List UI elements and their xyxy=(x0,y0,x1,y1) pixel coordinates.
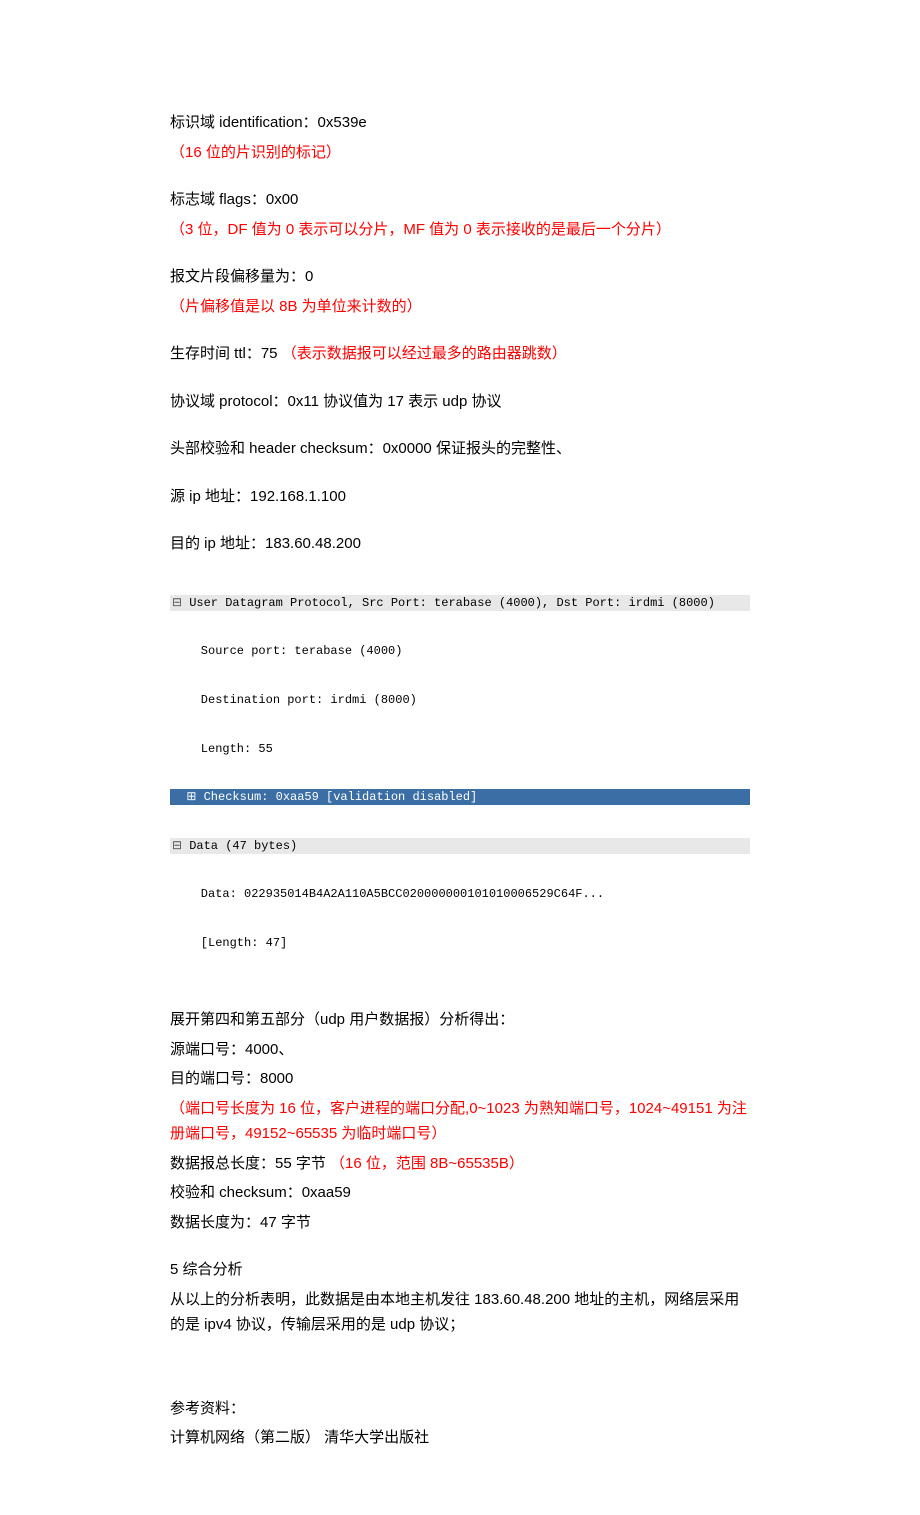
data-length-row: [Length: 47] xyxy=(170,935,750,951)
collapse-icon: ⊟ xyxy=(172,595,182,611)
udp-header-row: ⊟ User Datagram Protocol, Src Port: tera… xyxy=(170,595,750,611)
data-header-text: Data (47 bytes) xyxy=(189,839,297,853)
ttl-note: （表示数据报可以经过最多的路由器跳数） xyxy=(282,345,567,362)
ttl-line: 生存时间 ttl：75 （表示数据报可以经过最多的路由器跳数） xyxy=(170,341,750,367)
udp-checksum-row: ⊞ Checksum: 0xaa59 [validation disabled] xyxy=(170,789,750,805)
checksum-text: 校验和 checksum：0xaa59 xyxy=(170,1180,750,1206)
data-header-row: ⊟ Data (47 bytes) xyxy=(170,838,750,854)
udp-header-text: User Datagram Protocol, Src Port: teraba… xyxy=(189,596,715,610)
datagram-length-note: （16 位，范围 8B~65535B） xyxy=(330,1155,524,1172)
source-port-text: 源端口号：4000、 xyxy=(170,1037,750,1063)
fragment-offset-note: （片偏移值是以 8B 为单位来计数的） xyxy=(170,294,750,320)
port-note: （端口号长度为 16 位，客户进程的端口分配,0~1023 为熟知端口号，102… xyxy=(170,1096,750,1147)
destination-ip-line: 目的 ip 地址：183.60.48.200 xyxy=(170,531,750,557)
datagram-length-line: 数据报总长度：55 字节 （16 位，范围 8B~65535B） xyxy=(170,1151,750,1177)
udp-length-row: Length: 55 xyxy=(170,741,750,757)
flags-note: （3 位，DF 值为 0 表示可以分片，MF 值为 0 表示接收的是最后一个分片… xyxy=(170,217,750,243)
header-checksum-line: 头部校验和 header checksum：0x0000 保证报头的完整性、 xyxy=(170,436,750,462)
source-ip-line: 源 ip 地址：192.168.1.100 xyxy=(170,484,750,510)
udp-src-port-row: Source port: terabase (4000) xyxy=(170,643,750,659)
expand-icon: ⊞ xyxy=(186,789,196,805)
identification-note: （16 位的片识别的标记） xyxy=(170,140,750,166)
flags-line: 标志域 flags：0x00 xyxy=(170,187,750,213)
ttl-prefix: 生存时间 ttl：75 xyxy=(170,345,282,362)
analysis-intro: 展开第四和第五部分（udp 用户数据报）分析得出： xyxy=(170,1007,750,1033)
identification-line: 标识域 identification：0x539e xyxy=(170,110,750,136)
fragment-offset-line: 报文片段偏移量为：0 xyxy=(170,264,750,290)
collapse-icon: ⊟ xyxy=(172,838,182,854)
section-5-title: 5 综合分析 xyxy=(170,1257,750,1283)
udp-dst-port-row: Destination port: irdmi (8000) xyxy=(170,692,750,708)
references-title: 参考资料： xyxy=(170,1396,750,1422)
protocol-line: 协议域 protocol：0x11 协议值为 17 表示 udp 协议 xyxy=(170,389,750,415)
data-bytes-row: Data: 022935014B4A2A110A5BCC020000000101… xyxy=(170,886,750,902)
udp-checksum-text: Checksum: 0xaa59 [validation disabled] xyxy=(204,790,478,804)
references-body: 计算机网络（第二版） 清华大学出版社 xyxy=(170,1425,750,1451)
data-length-text: 数据长度为：47 字节 xyxy=(170,1210,750,1236)
packet-capture-block: ⊟ User Datagram Protocol, Src Port: tera… xyxy=(170,563,750,984)
document-page: 标识域 identification：0x539e （16 位的片识别的标记） … xyxy=(0,0,920,1515)
datagram-length-prefix: 数据报总长度：55 字节 xyxy=(170,1155,330,1172)
destination-port-text: 目的端口号：8000 xyxy=(170,1066,750,1092)
section-5-body: 从以上的分析表明，此数据是由本地主机发往 183.60.48.200 地址的主机… xyxy=(170,1287,750,1338)
